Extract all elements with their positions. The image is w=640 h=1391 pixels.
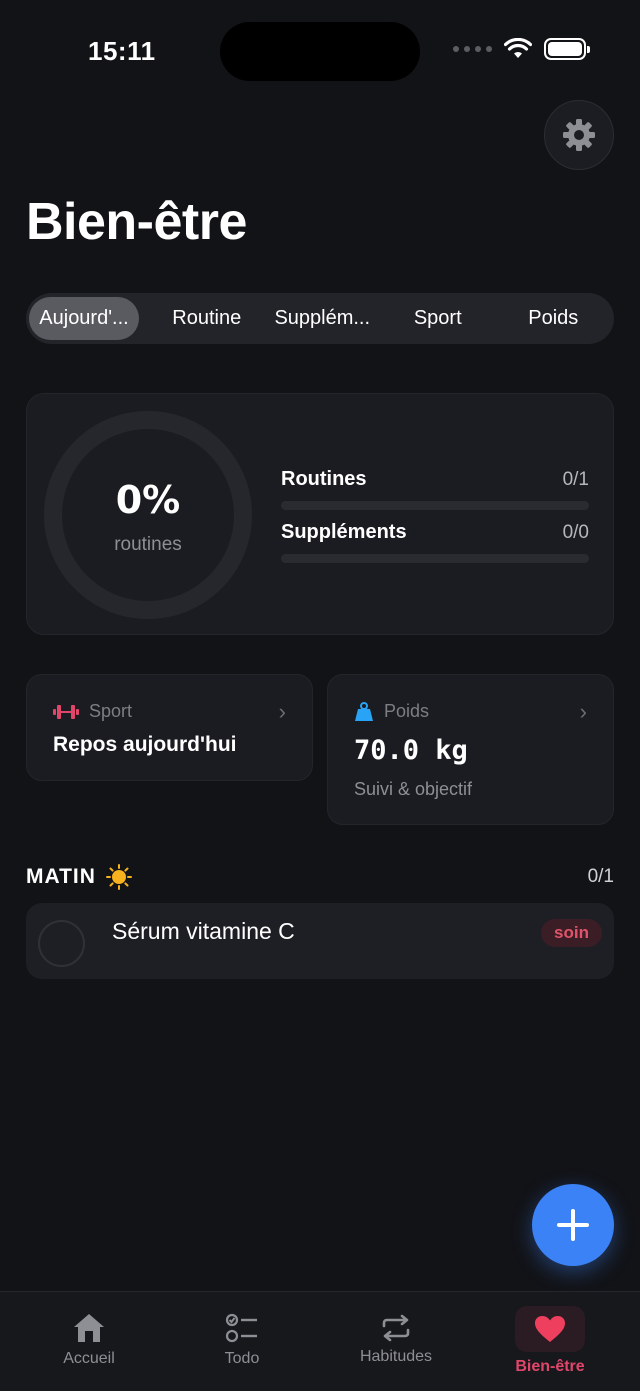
settings-button[interactable]: [544, 100, 614, 170]
section-title-text: MATIN: [26, 865, 96, 888]
routine-item[interactable]: Sérum vitamine C soin: [26, 903, 614, 979]
repeat-icon: [382, 1314, 410, 1342]
section-count: 0/1: [587, 866, 614, 887]
tab-sport[interactable]: Sport: [380, 297, 496, 340]
poids-card[interactable]: Poids › 70.0 kg Suivi & objectif: [327, 674, 614, 825]
poids-card-value: 70.0 kg: [354, 735, 468, 766]
plus-icon: [557, 1209, 589, 1241]
home-icon: [74, 1314, 104, 1342]
add-button[interactable]: [532, 1184, 614, 1266]
section-title: MATIN: [26, 864, 132, 890]
bottom-nav: Accueil Todo Habitudes Bien-être: [0, 1291, 640, 1391]
bar-track: [281, 501, 589, 510]
bar-track: [281, 554, 589, 563]
nav-label: Habitudes: [359, 1348, 433, 1365]
sport-card-value: Repos aujourd'hui: [53, 733, 237, 756]
dynamic-island: [220, 22, 420, 81]
wifi-icon: [504, 38, 532, 58]
weight-icon: [355, 701, 373, 721]
dumbbell-icon: [53, 704, 79, 719]
signal-icon: [453, 46, 492, 52]
tab-aujourdhui[interactable]: Aujourd'...: [29, 297, 139, 340]
tab-supplements[interactable]: Supplém...: [265, 297, 381, 340]
progress-ring-label: routines: [114, 534, 182, 555]
bar-label: Suppléments: [281, 521, 407, 543]
routine-checkbox[interactable]: [38, 920, 85, 967]
progress-card: 0% routines Routines 0/1 Suppléments 0/0: [26, 393, 614, 635]
status-time: 15:11: [88, 36, 156, 66]
checklist-icon: [225, 1313, 257, 1343]
segmented-tabs: Aujourd'... Routine Supplém... Sport Poi…: [26, 293, 614, 344]
nav-label: Bien-être: [515, 1358, 585, 1375]
tab-poids[interactable]: Poids: [496, 297, 612, 340]
poids-card-label: Poids: [384, 701, 430, 721]
nav-item-accueil[interactable]: Accueil: [29, 1312, 149, 1368]
bar-count: 0/0: [562, 522, 589, 543]
nav-item-todo[interactable]: Todo: [182, 1312, 302, 1368]
nav-item-habitudes[interactable]: Habitudes: [336, 1314, 456, 1366]
progress-bar-supplements: Suppléments 0/0: [281, 521, 589, 563]
tab-routine[interactable]: Routine: [149, 297, 265, 340]
routine-name: Sérum vitamine C: [112, 918, 295, 944]
nav-item-bien-etre[interactable]: Bien-être: [490, 1306, 610, 1376]
battery-icon: [544, 38, 590, 60]
bar-count: 0/1: [562, 469, 589, 490]
poids-card-subtitle: Suivi & objectif: [354, 779, 473, 799]
gear-icon: [563, 119, 595, 151]
sport-card-label: Sport: [89, 701, 133, 721]
nav-label: Accueil: [63, 1350, 115, 1367]
progress-bar-routines: Routines 0/1: [281, 468, 589, 510]
routine-tag: soin: [541, 919, 602, 947]
heart-icon: [535, 1316, 565, 1342]
sport-card[interactable]: Sport › Repos aujourd'hui: [26, 674, 313, 781]
chevron-right-icon: ›: [278, 699, 286, 724]
nav-active-highlight: [515, 1306, 585, 1352]
nav-label: Todo: [224, 1350, 260, 1367]
page-title: Bien-être: [26, 193, 247, 251]
progress-percent: 0%: [115, 478, 181, 522]
sun-icon: [105, 864, 132, 890]
chevron-right-icon: ›: [579, 699, 587, 724]
bar-label: Routines: [281, 468, 367, 490]
status-icons: [453, 38, 590, 60]
